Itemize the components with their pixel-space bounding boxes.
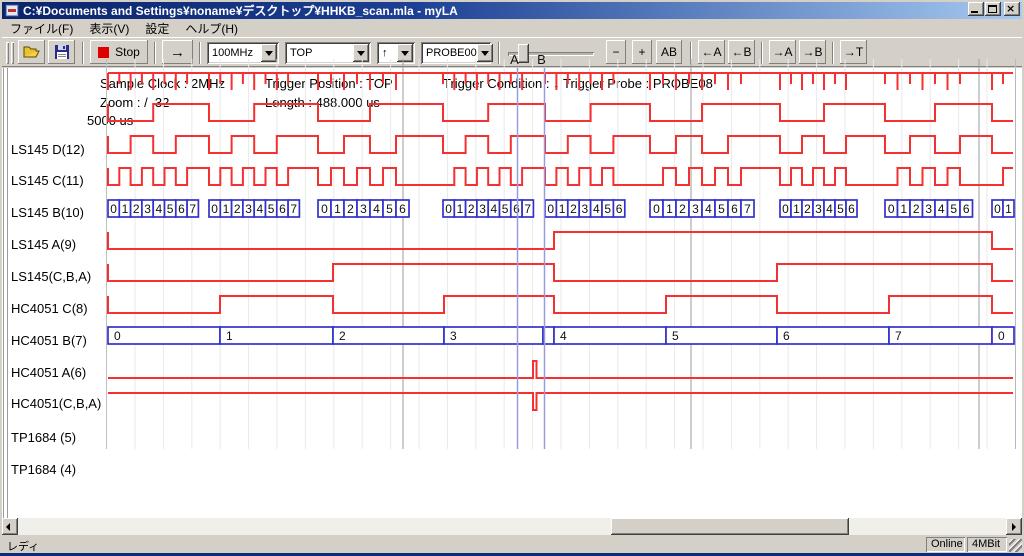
svg-text:0: 0 [321,202,328,216]
svg-text:1: 1 [1005,202,1012,216]
svg-text:6: 6 [616,202,623,216]
svg-text:B: B [537,52,546,67]
svg-text:7: 7 [744,202,751,216]
svg-text:3: 3 [815,202,822,216]
svg-text:5: 5 [718,202,725,216]
svg-text:1: 1 [122,202,129,216]
svg-text:4: 4 [257,202,264,216]
status-online: Online [926,537,965,552]
svg-text:0: 0 [114,329,121,343]
svg-text:6: 6 [178,202,185,216]
resize-grip[interactable] [1009,539,1022,552]
svg-text:6: 6 [399,202,406,216]
svg-text:7: 7 [189,202,196,216]
svg-text:1: 1 [559,202,566,216]
svg-text:5: 5 [167,202,174,216]
svg-text:0: 0 [998,329,1005,343]
waveform-svg[interactable]: 0123456701234567012345601234567012345601… [0,0,1024,450]
svg-text:A: A [510,52,519,67]
svg-text:5: 5 [604,202,611,216]
svg-text:2: 2 [347,202,354,216]
svg-text:7: 7 [524,202,531,216]
svg-text:7: 7 [895,329,902,343]
svg-text:2: 2 [234,202,241,216]
svg-text:2: 2 [913,202,920,216]
status-ready: レディ [7,538,39,554]
svg-text:2: 2 [679,202,686,216]
right-arrow-icon [1012,523,1016,531]
svg-text:2: 2 [804,202,811,216]
svg-text:1: 1 [334,202,341,216]
svg-text:5: 5 [502,202,509,216]
svg-text:5: 5 [386,202,393,216]
svg-text:6: 6 [279,202,286,216]
svg-text:3: 3 [925,202,932,216]
svg-text:6: 6 [963,202,970,216]
svg-text:0: 0 [110,202,117,216]
svg-text:4: 4 [156,202,163,216]
svg-text:2: 2 [133,202,140,216]
left-arrow-icon [6,523,10,531]
svg-text:4: 4 [593,202,600,216]
svg-text:3: 3 [360,202,367,216]
svg-text:4: 4 [938,202,945,216]
svg-text:2: 2 [339,329,346,343]
svg-text:6: 6 [783,329,790,343]
svg-text:0: 0 [445,202,452,216]
scroll-right-button[interactable] [1006,518,1022,535]
svg-text:3: 3 [144,202,151,216]
horizontal-scrollbar[interactable] [2,518,1022,535]
svg-text:0: 0 [994,202,1001,216]
svg-text:1: 1 [793,202,800,216]
svg-text:4: 4 [705,202,712,216]
scrollbar-thumb[interactable] [611,518,849,535]
channel-label: TP1684 (4) [11,462,76,477]
svg-text:4: 4 [560,329,567,343]
svg-text:1: 1 [457,202,464,216]
svg-text:1: 1 [666,202,673,216]
svg-text:6: 6 [848,202,855,216]
svg-text:3: 3 [479,202,486,216]
scroll-left-button[interactable] [2,518,18,535]
svg-text:6: 6 [731,202,738,216]
svg-text:3: 3 [450,329,457,343]
svg-text:3: 3 [245,202,252,216]
svg-text:1: 1 [223,202,230,216]
svg-text:2: 2 [468,202,475,216]
svg-text:1: 1 [900,202,907,216]
svg-text:0: 0 [653,202,660,216]
svg-text:0: 0 [547,202,554,216]
svg-text:1: 1 [226,329,233,343]
svg-text:0: 0 [888,202,895,216]
svg-text:4: 4 [826,202,833,216]
svg-text:5: 5 [950,202,957,216]
status-memory: 4MBit [967,537,1007,552]
waveform-panel: Sample Clock : 2MHz Trigger Position : T… [2,68,1022,518]
svg-text:4: 4 [491,202,498,216]
svg-text:0: 0 [782,202,789,216]
status-bar: レディ Online 4MBit [2,537,1022,553]
svg-text:5: 5 [672,329,679,343]
svg-text:7: 7 [290,202,297,216]
svg-text:5: 5 [268,202,275,216]
svg-text:3: 3 [582,202,589,216]
svg-text:3: 3 [692,202,699,216]
svg-text:0: 0 [211,202,218,216]
svg-text:5: 5 [837,202,844,216]
svg-text:4: 4 [373,202,380,216]
svg-text:2: 2 [570,202,577,216]
svg-text:6: 6 [513,202,520,216]
